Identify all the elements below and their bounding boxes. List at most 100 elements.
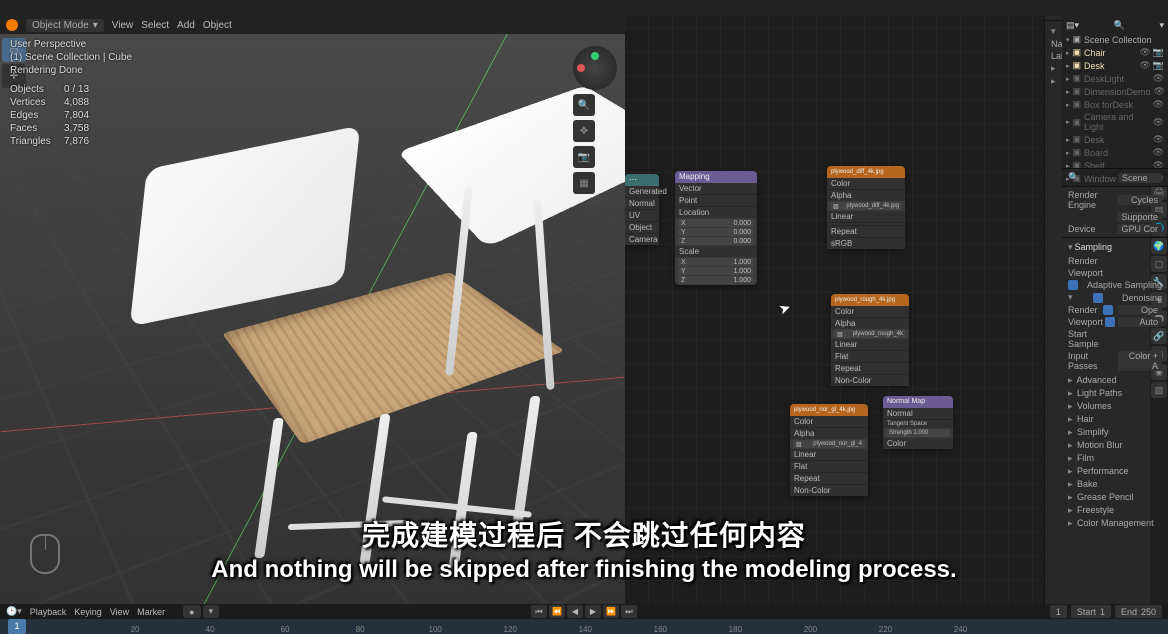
node-header[interactable]: plywood_diff_4k.jpg (827, 166, 905, 178)
frame-end[interactable]: End250 (1115, 605, 1162, 618)
shader-node-editor[interactable]: ⋯ Generated Normal UV Object Camera Mapp… (625, 16, 1044, 604)
jump-start-icon[interactable]: ⏮ (531, 605, 547, 618)
autokey-toggle[interactable]: ● (183, 605, 200, 618)
3d-viewport[interactable]: Object Mode ▾ View Select Add Object ▭ ✛ (0, 16, 625, 604)
menu-object[interactable]: Object (203, 20, 232, 31)
props-group[interactable]: ▸ Grease Pencil (1062, 491, 1150, 504)
node-mapping[interactable]: Mapping Vector Point Location X0.000 Y0.… (675, 171, 757, 285)
outliner-item[interactable]: ▸▣Desk👁 (1066, 133, 1150, 146)
tick-label: 100 (429, 625, 442, 634)
mapping-scale-y[interactable]: Y1.000 (678, 267, 754, 275)
props-group[interactable]: ▸ Motion Blur (1062, 439, 1150, 452)
pan-icon[interactable]: ✥ (573, 120, 595, 142)
mapping-loc-x[interactable]: X0.000 (678, 219, 754, 227)
node-normal-map[interactable]: Normal Map Normal Tangent Space Strength… (883, 396, 953, 449)
menu-select[interactable]: Select (141, 20, 169, 31)
node-header[interactable]: ⋯ (625, 174, 659, 186)
timeline[interactable]: 🕒▾ Playback Keying View Marker ● ▾ ⏮ ⏪ ◀… (0, 604, 1168, 634)
node-header[interactable]: Mapping (675, 171, 757, 183)
node-image-normal[interactable]: plywood_nor_gl_4k.jpg Color Alpha ▧plywo… (790, 404, 868, 496)
tl-keying[interactable]: Keying (74, 607, 102, 617)
node-header[interactable]: plywood_rough_4k.jpg (831, 294, 909, 306)
props-group[interactable]: ▸ Freestyle (1062, 504, 1150, 517)
props-group[interactable]: ▸ Bake (1062, 478, 1150, 491)
viewport-overlay-info: User Perspective (1) Scene Collection | … (10, 38, 132, 148)
outliner-item[interactable]: ▸▣Desk👁📷 (1066, 59, 1150, 72)
outliner-item[interactable]: ▸▣DimensionDemo👁 (1066, 85, 1150, 98)
prev-key-icon[interactable]: ⏪ (549, 605, 565, 618)
tl-playback[interactable]: Playback (30, 607, 67, 617)
tl-marker[interactable]: Marker (137, 607, 165, 617)
scene-picker[interactable]: Scene (1118, 173, 1150, 183)
denoise-check[interactable] (1093, 293, 1103, 303)
tick-label: 200 (804, 625, 817, 634)
mapping-loc-y[interactable]: Y0.000 (678, 228, 754, 236)
props-group[interactable]: ▸ Color Management (1062, 517, 1150, 530)
props-group[interactable]: ▸ Hair (1062, 413, 1150, 426)
props-group[interactable]: ▸ Film (1062, 452, 1150, 465)
props-group[interactable]: ▸ Light Paths (1062, 387, 1150, 400)
node-image-diff[interactable]: plywood_diff_4k.jpg Color Alpha ▧plywood… (827, 166, 905, 249)
node-header[interactable]: plywood_nor_gl_4k.jpg (790, 404, 868, 416)
mapping-scale-z[interactable]: Z1.000 (678, 276, 754, 284)
node-image-rough[interactable]: plywood_rough_4k.jpg Color Alpha ▧plywoo… (831, 294, 909, 386)
mouse-indicator-icon (30, 534, 60, 574)
feature-dropdown[interactable]: Supporte (1117, 212, 1150, 222)
camera-icon[interactable]: 📷 (573, 146, 595, 168)
adaptive-check[interactable] (1068, 280, 1078, 290)
outliner[interactable]: ▤▾🔍▾ ▾▣Scene Collection ▸▣Chair👁📷▸▣Desk👁… (1062, 16, 1150, 187)
tick-label: 160 (654, 625, 667, 634)
search-icon[interactable]: 🔍 (1114, 20, 1125, 31)
tick-label: 220 (879, 625, 892, 634)
img-picker[interactable]: ▧plywood_rough_4k (834, 330, 906, 338)
playback-controls: ⏮ ⏪ ◀ ▶ ⏩ ⏭ (531, 605, 637, 618)
node-header[interactable]: Normal Map (883, 396, 953, 408)
properties-region: ▾Node Name:Mapping Label: ▸☑Color ▸Prope… (1044, 16, 1168, 604)
normal-strength[interactable]: Strength 1.000 (886, 429, 950, 437)
keyingset-dropdown[interactable]: ▾ (203, 605, 220, 618)
outliner-item[interactable]: ▸▣Chair👁📷 (1066, 46, 1150, 59)
viewport-header: Object Mode ▾ View Select Add Object (0, 16, 625, 34)
next-key-icon[interactable]: ⏩ (603, 605, 619, 618)
props-group[interactable]: ▸ Performance (1062, 465, 1150, 478)
mode-dropdown[interactable]: Object Mode ▾ (26, 19, 104, 32)
frame-start[interactable]: Start1 (1071, 605, 1111, 618)
img-picker[interactable]: ▧plywood_nor_gl_4 (793, 440, 865, 448)
props-group[interactable]: ▸ Simplify (1062, 426, 1150, 439)
tick-label: 60 (281, 625, 290, 634)
outliner-item[interactable]: ▸▣DeskLight👁 (1066, 72, 1150, 85)
orbit-gizmo[interactable] (573, 46, 617, 90)
menu-add[interactable]: Add (177, 20, 195, 31)
playhead[interactable]: 1 (8, 619, 26, 634)
play-rev-icon[interactable]: ◀ (567, 605, 583, 618)
img-picker[interactable]: ▧plywood_diff_4k.jpg (830, 202, 902, 210)
render-engine-section: Render EngineCycles Supporte DeviceGPU C… (1062, 186, 1150, 237)
tick-label: 40 (206, 625, 215, 634)
timeline-track[interactable]: 20406080100120140160180200220240 1 (0, 619, 1168, 634)
blender-icon (6, 19, 18, 31)
tick-label: 80 (356, 625, 365, 634)
props-group[interactable]: ▸ Volumes (1062, 400, 1150, 413)
jump-end-icon[interactable]: ⏭ (621, 605, 637, 618)
props-group[interactable]: ▸ Advanced (1062, 374, 1150, 387)
play-icon[interactable]: ▶ (585, 605, 601, 618)
zoom-icon[interactable]: 🔍 (573, 94, 595, 116)
chevron-down-icon: ▾ (93, 20, 98, 31)
engine-dropdown[interactable]: Cycles (1118, 195, 1150, 205)
mapping-loc-z[interactable]: Z0.000 (678, 237, 754, 245)
tick-label: 120 (504, 625, 517, 634)
tl-view[interactable]: View (110, 607, 129, 617)
menu-view[interactable]: View (112, 20, 134, 31)
device-dropdown[interactable]: GPU Cor (1117, 224, 1150, 234)
tick-label: 180 (729, 625, 742, 634)
outliner-item[interactable]: ▸▣Box forDesk👁 (1066, 98, 1150, 111)
tick-label: 240 (954, 625, 967, 634)
node-texcoord[interactable]: ⋯ Generated Normal UV Object Camera (625, 174, 659, 245)
persp-icon[interactable]: ▦ (573, 172, 595, 194)
outliner-item[interactable]: ▸▣Board👁 (1066, 146, 1150, 159)
outliner-item[interactable]: ▸▣Camera and Light👁 (1066, 111, 1150, 133)
info-perspective: User Perspective (10, 38, 132, 51)
current-frame[interactable]: 1 (1050, 605, 1067, 618)
mapping-scale-x[interactable]: X1.000 (678, 258, 754, 266)
timeline-icon[interactable]: 🕒▾ (6, 606, 22, 617)
